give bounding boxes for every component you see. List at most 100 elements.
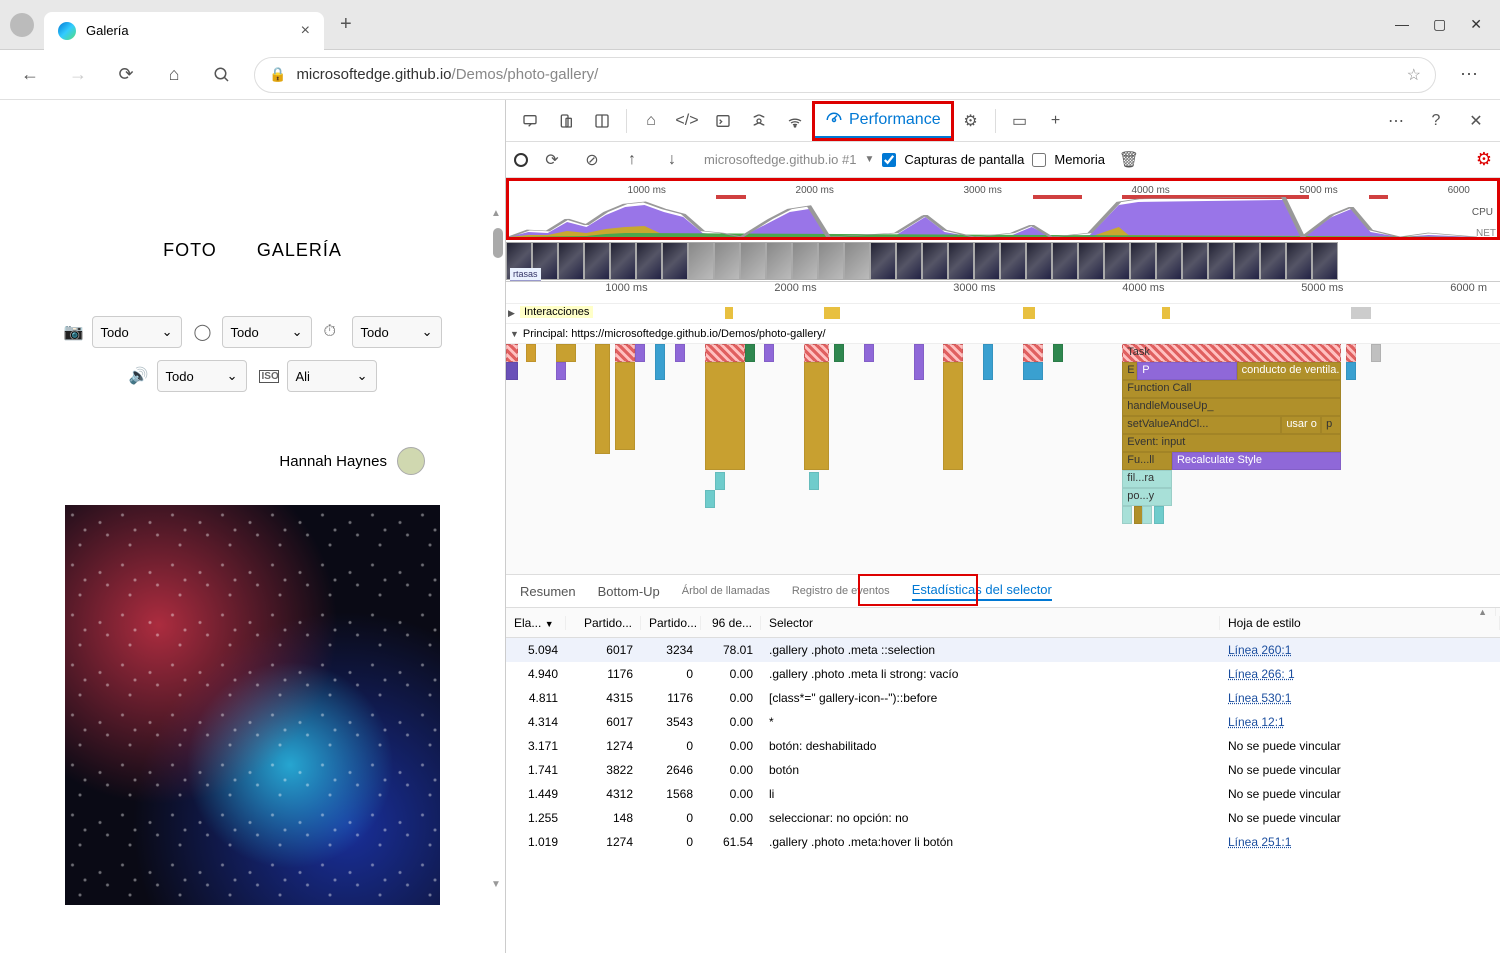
help-icon[interactable]: ? (1420, 105, 1452, 137)
memory-icon[interactable]: ⚙ (955, 105, 987, 137)
devtools: ⌂ </> Performance ⚙ ▭ + ⋯ ? ✕ ⟳ ⊘ ↑ (505, 100, 1500, 953)
download-icon[interactable]: ↓ (656, 144, 688, 176)
col-selector[interactable]: Selector (761, 616, 1220, 630)
main-thread-label: Principal: https://microsoftedge.github.… (523, 328, 826, 340)
reload-record-icon[interactable]: ⟳ (536, 144, 568, 176)
profile-icon[interactable] (10, 13, 34, 37)
table-row[interactable]: 4.940117600.00.gallery .photo .meta li s… (506, 662, 1500, 686)
home-button[interactable]: ⌂ (158, 59, 190, 91)
scroll-thumb[interactable] (493, 228, 503, 258)
edge-icon (58, 22, 76, 40)
table-row[interactable]: 4.314601735430.00*Línea 12:1 (506, 710, 1500, 734)
new-tab-button[interactable]: + (332, 5, 360, 44)
interactions-row[interactable]: ▶ Interacciones (506, 304, 1500, 324)
close-window-icon[interactable]: ✕ (1470, 16, 1482, 33)
devtools-toolbar: ⌂ </> Performance ⚙ ▭ + ⋯ ? ✕ (506, 100, 1500, 142)
table-row[interactable]: 1.0191274061.54.gallery .photo .meta:hov… (506, 830, 1500, 854)
iso-icon: ISO (259, 370, 279, 383)
settings-gear-icon[interactable]: ⚙ (1476, 149, 1492, 170)
lock-icon: 🔒 (269, 66, 286, 83)
minimize-icon[interactable]: — (1395, 16, 1409, 33)
back-button[interactable]: ← (14, 59, 46, 91)
sort-arrows-icon[interactable]: ▲▲ (1470, 608, 1496, 616)
inspect-icon[interactable] (514, 105, 546, 137)
gallery-photo[interactable] (65, 505, 440, 905)
more-tabs-icon[interactable]: + (1040, 105, 1072, 137)
screenshots-checkbox[interactable] (882, 153, 896, 167)
kebab-icon[interactable]: ⋯ (1380, 105, 1412, 137)
nav-foto[interactable]: FOTO (163, 240, 217, 261)
elements-icon[interactable]: </> (671, 105, 703, 137)
col-elapsed[interactable]: Ela... ▼ (506, 616, 566, 630)
stylesheet-link[interactable]: Línea 251:1 (1228, 835, 1291, 849)
titlebar: Galería × + — ▢ ✕ (0, 0, 1500, 50)
table-row[interactable]: 3.171127400.00botón: deshabilitadoNo se … (506, 734, 1500, 758)
avatar[interactable] (397, 447, 425, 475)
stylesheet-link[interactable]: Línea 12:1 (1228, 715, 1285, 729)
camera-icon: 📷 (64, 322, 84, 342)
maximize-icon[interactable]: ▢ (1433, 16, 1446, 33)
tab-resumen[interactable]: Resumen (520, 584, 576, 599)
col-partido2[interactable]: Partido... (641, 616, 701, 630)
timeline-ruler[interactable]: 1000 ms 2000 ms 3000 ms 4000 ms 5000 ms … (506, 282, 1500, 304)
sound-icon: 🔊 (129, 366, 149, 386)
browser-tab[interactable]: Galería × (44, 12, 324, 50)
welcome-icon[interactable]: ⌂ (635, 105, 667, 137)
flame-chart[interactable]: Task E P conducto de ventila... Function… (506, 344, 1500, 574)
sources-icon[interactable] (743, 105, 775, 137)
chevron-down-icon[interactable]: ▼ (864, 154, 874, 165)
gc-icon[interactable]: 🗑 (1113, 144, 1145, 176)
dock-icon[interactable] (586, 105, 618, 137)
more-button[interactable]: ⋯ (1452, 64, 1486, 85)
filter-sound[interactable]: Todo⌄ (157, 360, 247, 392)
table-row[interactable]: 5.0946017323478.01.gallery .photo .meta … (506, 638, 1500, 662)
reload-button[interactable]: ⟳ (110, 59, 142, 91)
filmstrip[interactable] (506, 240, 1500, 282)
stylesheet-link[interactable]: Línea 266: 1 (1228, 667, 1295, 681)
tab-arbol[interactable]: Árbol de llamadas (682, 585, 770, 597)
performance-tab[interactable]: Performance (815, 104, 951, 138)
user-row: Hannah Haynes (50, 447, 455, 475)
network-icon[interactable] (779, 105, 811, 137)
search-button[interactable] (206, 59, 238, 91)
application-icon[interactable]: ▭ (1004, 105, 1036, 137)
forward-button: → (62, 59, 94, 91)
filter-aperture[interactable]: Todo⌄ (222, 316, 312, 348)
col-de[interactable]: 96 de... (701, 616, 761, 630)
filter-camera[interactable]: Todo⌄ (92, 316, 182, 348)
filter-shutter[interactable]: Todo⌄ (352, 316, 442, 348)
rtasas-label: rtasas (510, 268, 541, 281)
scroll-down-icon[interactable]: ▼ (489, 879, 503, 893)
scroll-up-icon[interactable]: ▲ (489, 208, 503, 222)
col-hoja[interactable]: Hoja de estilo (1220, 616, 1500, 630)
nav-galeria[interactable]: GALERÍA (257, 240, 342, 261)
favorite-icon[interactable]: ☆ (1407, 65, 1421, 85)
filter-iso[interactable]: Ali⌄ (287, 360, 377, 392)
device-icon[interactable] (550, 105, 582, 137)
table-row[interactable]: 4.811431511760.00[class*=" gallery-icon-… (506, 686, 1500, 710)
page-nav: FOTO GALERÍA (50, 240, 455, 261)
cpu-overview[interactable]: 1000 ms 2000 ms 3000 ms 4000 ms 5000 ms … (506, 178, 1500, 240)
close-tab-icon[interactable]: × (301, 22, 310, 40)
tab-bottomup[interactable]: Bottom-Up (598, 584, 660, 599)
tab-title: Galería (86, 23, 291, 38)
close-devtools-icon[interactable]: ✕ (1460, 105, 1492, 137)
console-icon[interactable] (707, 105, 739, 137)
selector-stats-table: Ela... ▼ Partido... Partido... 96 de... … (506, 608, 1500, 953)
bottom-tabs: Resumen Bottom-Up Árbol de llamadas Regi… (506, 574, 1500, 608)
stylesheet-link[interactable]: Línea 260:1 (1228, 643, 1291, 657)
table-row[interactable]: 1.25514800.00seleccionar: no opción: noN… (506, 806, 1500, 830)
filters: 📷 Todo⌄ ◯ Todo⌄ ⏱ Todo⌄ 🔊 Todo⌄ ISO Ali⌄ (50, 316, 455, 392)
recording-label[interactable]: microsoftedge.github.io #1 (704, 152, 856, 167)
upload-icon[interactable]: ↑ (616, 144, 648, 176)
url-input[interactable]: 🔒 microsoftedge.github.io/Demos/photo-ga… (254, 57, 1436, 93)
memory-checkbox[interactable] (1032, 153, 1046, 167)
table-row[interactable]: 1.741382226460.00botónNo se puede vincul… (506, 758, 1500, 782)
main-thread-row[interactable]: ▼ Principal: https://microsoftedge.githu… (506, 324, 1500, 344)
page-content: ▲ ▼ FOTO GALERÍA 📷 Todo⌄ ◯ Todo⌄ ⏱ Todo⌄… (0, 100, 505, 953)
record-button[interactable] (514, 153, 528, 167)
col-partido[interactable]: Partido... (566, 616, 641, 630)
table-row[interactable]: 1.449431215680.00liNo se puede vincular (506, 782, 1500, 806)
stylesheet-link[interactable]: Línea 530:1 (1228, 691, 1291, 705)
clear-icon[interactable]: ⊘ (576, 144, 608, 176)
